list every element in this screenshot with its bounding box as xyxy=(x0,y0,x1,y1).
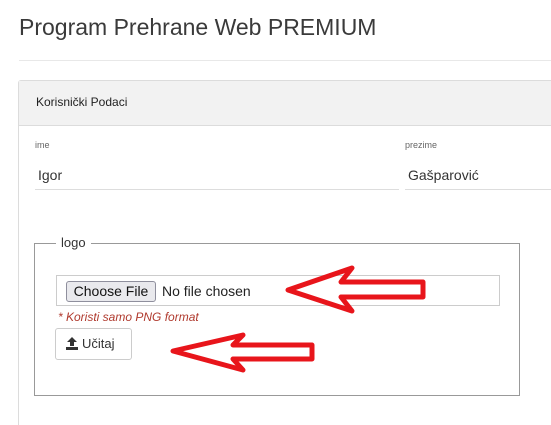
logo-legend: logo xyxy=(56,235,91,250)
upload-icon xyxy=(66,337,78,350)
last-name-label: prezime xyxy=(405,140,438,150)
red-arrow-icon xyxy=(170,332,315,373)
panel-title: Korisnički Podaci xyxy=(36,95,128,109)
first-name-field[interactable]: Igor xyxy=(38,167,62,183)
panel-heading: Korisnički Podaci xyxy=(19,81,551,126)
first-name-label: ime xyxy=(35,140,50,150)
choose-file-button[interactable]: Choose File xyxy=(66,281,156,302)
last-name-underline xyxy=(405,189,551,190)
first-name-underline xyxy=(35,189,399,190)
page-title: Program Prehrane Web PREMIUM xyxy=(19,14,377,40)
page: Program Prehrane Web PREMIUM Korisnički … xyxy=(0,0,551,425)
red-arrow-icon xyxy=(285,265,426,314)
title-divider xyxy=(19,60,551,61)
png-format-hint: * Koristi samo PNG format xyxy=(58,310,199,324)
upload-button-label: Učitaj xyxy=(82,336,115,351)
last-name-field[interactable]: Gašparović xyxy=(408,167,479,183)
file-status-text: No file chosen xyxy=(162,283,251,299)
